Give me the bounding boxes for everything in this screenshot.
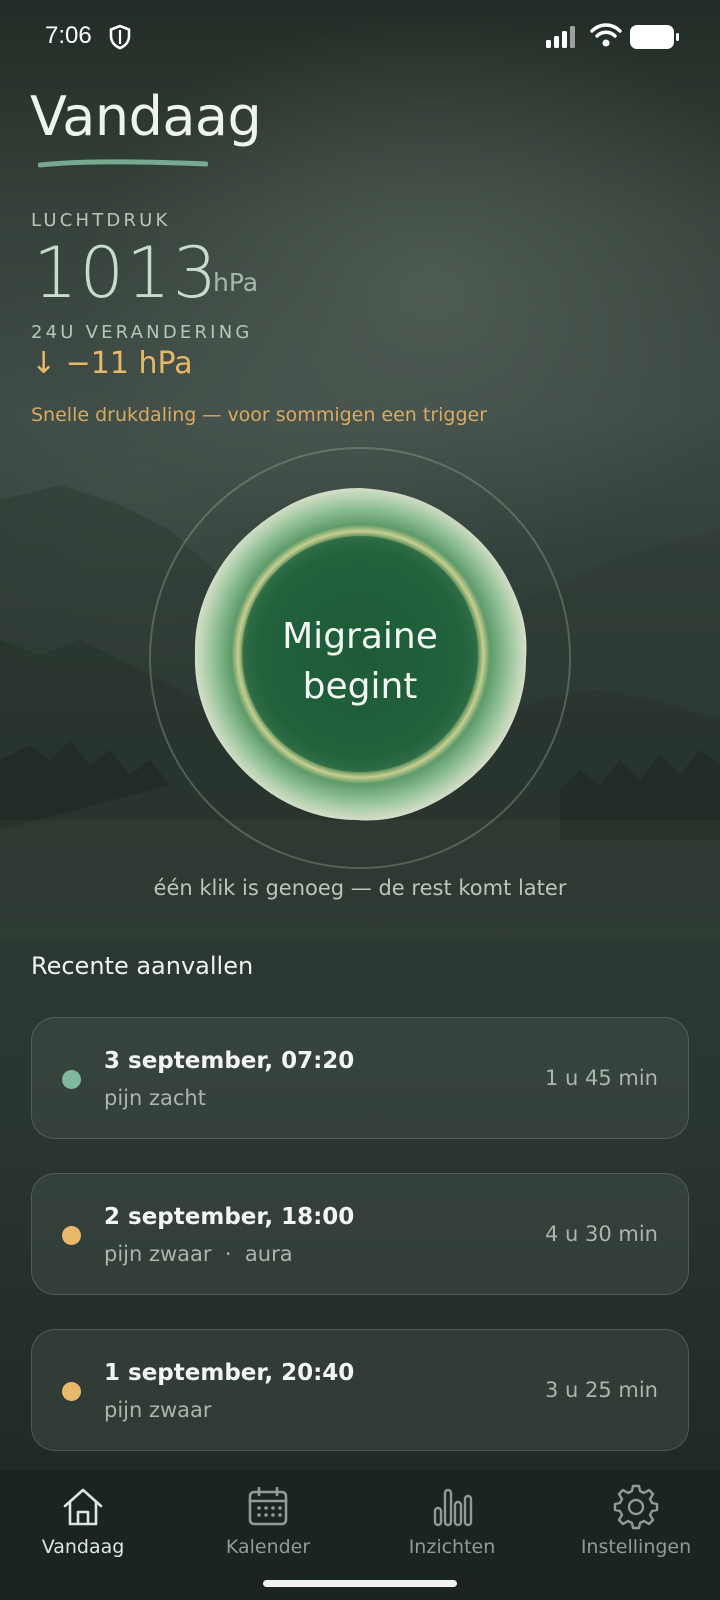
tab-kalender[interactable]: Kalender xyxy=(188,1484,348,1574)
bar-chart-icon xyxy=(433,1488,473,1527)
attack-detail: pijn zacht xyxy=(104,1086,206,1110)
tab-label: Instellingen xyxy=(580,1536,692,1558)
attack-duration: 1 u 45 min xyxy=(544,1066,658,1090)
attack-card[interactable]: 3 september, 07:20 pijn zacht 1 u 45 min xyxy=(31,1017,689,1139)
pressure-change-note: Snelle drukdaling — voor sommigen een tr… xyxy=(31,404,488,426)
gear-icon xyxy=(613,1484,659,1530)
pressure-value: 1013 xyxy=(33,232,220,314)
button-hint: één klik is genoeg — de rest komt later xyxy=(153,876,567,900)
attack-card[interactable]: 2 september, 18:00 pijn zwaar · aura 4 u… xyxy=(31,1173,689,1295)
attack-card[interactable]: 1 september, 20:40 pijn zwaar 3 u 25 min xyxy=(31,1329,689,1451)
pressure-unit: hPa xyxy=(213,268,259,297)
tab-label: Inzichten xyxy=(408,1536,496,1558)
change-label: 24U VERANDERING xyxy=(31,322,253,343)
severity-dot xyxy=(62,1226,81,1245)
status-time: 7:06 xyxy=(45,22,92,49)
pressure-change-value: ↓ −11 hPa xyxy=(31,346,193,381)
attack-detail: pijn zwaar xyxy=(104,1398,212,1422)
recent-attacks-title: Recente aanvallen xyxy=(31,952,254,980)
tab-label: Vandaag xyxy=(41,1536,125,1558)
tab-vandaag[interactable]: Vandaag xyxy=(3,1484,163,1574)
attack-date: 2 september, 18:00 xyxy=(104,1204,355,1230)
status-bar: 7:06 xyxy=(0,0,720,74)
calendar-icon xyxy=(248,1486,288,1526)
wifi-icon xyxy=(590,23,622,47)
migraine-start-button[interactable]: Migraine begint xyxy=(190,484,530,824)
migraine-label-line1: Migraine xyxy=(282,616,438,657)
pressure-label: LUCHTDRUK xyxy=(31,210,171,231)
battery-icon xyxy=(630,25,679,49)
attack-date: 3 september, 07:20 xyxy=(104,1048,355,1074)
severity-dot xyxy=(62,1070,81,1089)
shield-icon xyxy=(109,24,131,50)
tab-inzichten[interactable]: Inzichten xyxy=(372,1484,532,1574)
home-icon xyxy=(63,1488,103,1526)
migraine-label-line2: begint xyxy=(302,666,418,707)
signal-icon xyxy=(546,26,575,48)
attack-detail: pijn zwaar · aura xyxy=(104,1242,293,1266)
page-title: Vandaag xyxy=(30,85,262,148)
home-indicator[interactable] xyxy=(263,1580,457,1587)
attack-duration: 4 u 30 min xyxy=(544,1222,658,1246)
tab-label: Kalender xyxy=(225,1536,311,1558)
severity-dot xyxy=(62,1382,81,1401)
title-underline xyxy=(38,159,208,168)
tab-instellingen[interactable]: Instellingen xyxy=(556,1484,716,1574)
attack-duration: 3 u 25 min xyxy=(544,1378,658,1402)
attack-date: 1 september, 20:40 xyxy=(104,1360,355,1386)
migraine-button-label: Migraine begint xyxy=(190,612,530,712)
